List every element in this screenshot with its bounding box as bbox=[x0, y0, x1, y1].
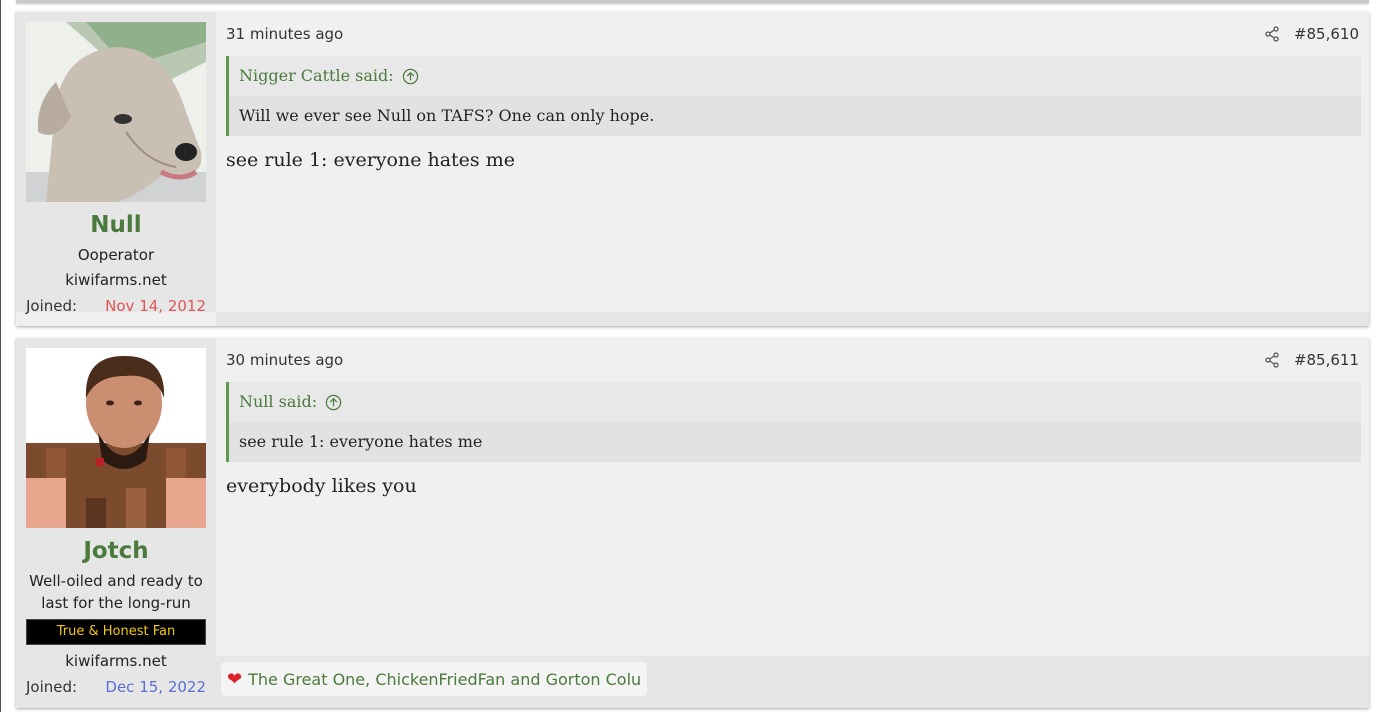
post-time[interactable]: 31 minutes ago bbox=[226, 25, 343, 43]
post-meta-right: #85,611 bbox=[1264, 351, 1359, 369]
post: Null Ooperator kiwifarms.net Joined: Nov… bbox=[16, 12, 1369, 326]
username[interactable]: Jotch bbox=[16, 538, 216, 564]
quote-header: Nigger Cattle said: bbox=[229, 56, 1361, 96]
quote-block: Nigger Cattle said: Will we ever see Nul… bbox=[226, 56, 1361, 136]
quote-text: see rule 1: everyone hates me bbox=[229, 422, 1361, 462]
user-cell: Null Ooperator kiwifarms.net Joined: Nov… bbox=[16, 12, 216, 315]
user-site: kiwifarms.net bbox=[65, 652, 167, 670]
page-edge bbox=[0, 0, 1, 712]
quote-author[interactable]: Null said: bbox=[239, 382, 317, 422]
user-banner: True & Honest Fan bbox=[26, 619, 206, 645]
arrow-up-circle-icon[interactable] bbox=[402, 68, 419, 85]
message-body: see rule 1: everyone hates me bbox=[226, 149, 515, 171]
joined-date: Nov 14, 2012 bbox=[105, 297, 206, 315]
post-footer bbox=[216, 312, 1369, 326]
quote-author[interactable]: Nigger Cattle said: bbox=[239, 56, 394, 96]
post-number[interactable]: #85,610 bbox=[1294, 25, 1359, 43]
dog-avatar-icon bbox=[26, 22, 206, 202]
message-body: everybody likes you bbox=[226, 475, 417, 497]
joined-date: Dec 15, 2022 bbox=[105, 678, 206, 696]
post-number[interactable]: #85,611 bbox=[1294, 351, 1359, 369]
quote-header: Null said: bbox=[229, 382, 1361, 422]
user-cell: Jotch Well-oiled and ready to last for t… bbox=[16, 338, 216, 708]
share-icon[interactable] bbox=[1264, 352, 1280, 368]
user-title-line-1: Well-oiled and ready to bbox=[29, 572, 203, 590]
person-avatar-icon bbox=[26, 348, 206, 528]
joined-label: Joined: bbox=[26, 297, 78, 315]
username[interactable]: Null bbox=[16, 212, 216, 238]
joined-label: Joined: bbox=[26, 678, 78, 696]
reaction-users[interactable]: The Great One, ChickenFriedFan and Gorto… bbox=[248, 670, 641, 689]
quote-block: Null said: see rule 1: everyone hates me bbox=[226, 382, 1361, 462]
post-time[interactable]: 30 minutes ago bbox=[226, 351, 343, 369]
arrow-up-circle-icon[interactable] bbox=[325, 394, 342, 411]
heart-icon: ❤ bbox=[227, 668, 243, 690]
user-title-line-2: last for the long-run bbox=[41, 594, 191, 612]
user-title: Ooperator bbox=[77, 246, 155, 264]
post: Jotch Well-oiled and ready to last for t… bbox=[16, 338, 1369, 708]
share-icon[interactable] bbox=[1264, 26, 1280, 42]
avatar[interactable] bbox=[26, 22, 206, 202]
user-site: kiwifarms.net bbox=[65, 271, 167, 289]
previous-post-edge bbox=[16, 0, 1369, 3]
reactions-bar[interactable]: ❤ The Great One, ChickenFriedFan and Gor… bbox=[221, 662, 648, 696]
avatar[interactable] bbox=[26, 348, 206, 528]
quote-text: Will we ever see Null on TAFS? One can o… bbox=[229, 96, 1361, 136]
post-meta-right: #85,610 bbox=[1264, 25, 1359, 43]
